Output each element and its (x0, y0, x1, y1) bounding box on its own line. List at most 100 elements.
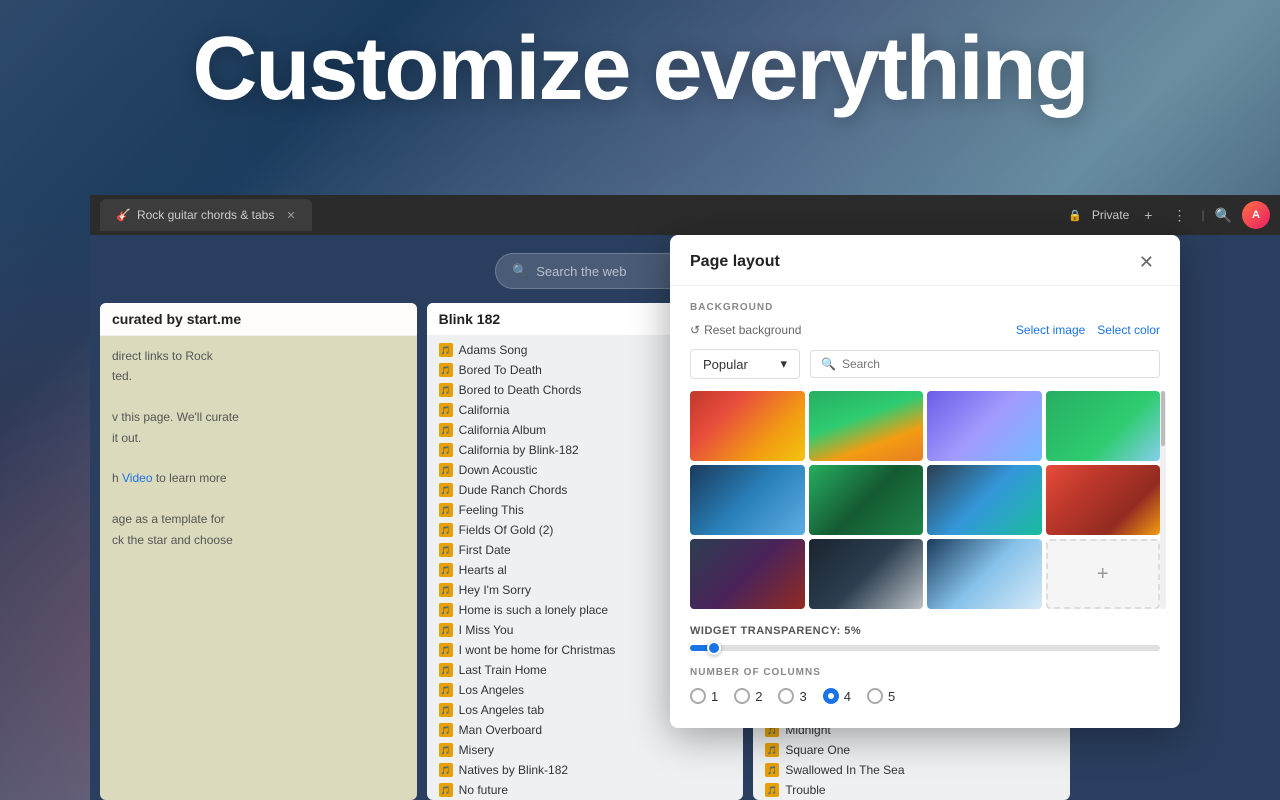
item-label: California (459, 403, 510, 417)
hero-title: Customize everything (0, 20, 1280, 119)
list-item[interactable]: 🎵Misery (427, 740, 744, 760)
item-label: I Miss You (459, 623, 514, 637)
search-icon: 🔍 (512, 263, 528, 279)
add-image-button[interactable]: + (1046, 539, 1161, 609)
bookmark-icon: 🎵 (439, 623, 453, 637)
reset-background-button[interactable]: ↺ Reset background (690, 323, 801, 337)
list-item[interactable]: 🎵No future (427, 780, 744, 800)
bg-image-7[interactable] (927, 465, 1042, 535)
bookmark-icon: 🎵 (439, 763, 453, 777)
select-color-link[interactable]: Select color (1097, 323, 1160, 337)
intro-column-body: direct links to Rock ted. v this page. W… (100, 336, 417, 800)
item-label: Los Angeles tab (459, 703, 544, 717)
browser-chrome: 🎸 Rock guitar chords & tabs ✕ 🔒 Private … (90, 195, 1280, 235)
image-search-box[interactable]: 🔍 (810, 350, 1160, 378)
transparency-section: WIDGET TRANSPARENCY: 5% (690, 625, 1160, 651)
modal-header: Page layout ✕ (670, 235, 1180, 286)
item-label: California by Blink-182 (459, 443, 579, 457)
col-option-label: 3 (799, 689, 806, 704)
item-label: Trouble (785, 783, 825, 797)
bookmark-icon: 🎵 (439, 483, 453, 497)
item-label: Hearts al (459, 563, 507, 577)
bookmark-icon: 🎵 (439, 663, 453, 677)
bg-image-5[interactable] (690, 465, 805, 535)
slider-thumb[interactable] (707, 641, 721, 655)
bookmark-icon: 🎵 (439, 443, 453, 457)
item-label: Feeling This (459, 503, 524, 517)
list-item[interactable]: 🎵 Trouble (753, 780, 1070, 800)
bg-image-10[interactable] (809, 539, 924, 609)
bookmark-icon: 🎵 (439, 603, 453, 617)
chevron-down-icon: ▾ (780, 356, 787, 372)
list-item[interactable]: 🎵 Square One (753, 740, 1070, 760)
bookmark-icon: 🎵 (439, 543, 453, 557)
bookmark-icon: 🎵 (439, 683, 453, 697)
column-option-4[interactable]: 4 (823, 688, 851, 704)
bg-image-4[interactable] (1046, 391, 1161, 461)
bookmark-icon: 🎵 (765, 743, 779, 757)
column-option-1[interactable]: 1 (690, 688, 718, 704)
tab-favicon: 🎸 (116, 208, 131, 222)
item-label: Swallowed In The Sea (785, 763, 904, 777)
bg-image-6[interactable] (809, 465, 924, 535)
lock-icon: 🔒 (1068, 209, 1082, 222)
bg-image-1[interactable] (690, 391, 805, 461)
separator: | (1201, 208, 1204, 222)
browser-tab[interactable]: 🎸 Rock guitar chords & tabs ✕ (100, 199, 312, 231)
bg-image-8[interactable] (1046, 465, 1161, 535)
columns-section-label: NUMBER OF COLUMNS (690, 667, 1160, 678)
scrollbar-thumb[interactable] (1161, 391, 1165, 446)
select-image-link[interactable]: Select image (1016, 323, 1085, 337)
modal-body[interactable]: BACKGROUND ↺ Reset background Select ima… (670, 286, 1180, 728)
radio-1[interactable] (690, 688, 706, 704)
radio-5[interactable] (867, 688, 883, 704)
column-option-3[interactable]: 3 (778, 688, 806, 704)
tab-close-icon[interactable]: ✕ (286, 209, 295, 222)
item-label: I wont be home for Christmas (459, 643, 616, 657)
bg-image-3[interactable] (927, 391, 1042, 461)
modal-close-button[interactable]: ✕ (1133, 251, 1160, 273)
item-label: Natives by Blink-182 (459, 763, 568, 777)
col-option-label: 2 (755, 689, 762, 704)
popular-dropdown[interactable]: Popular ▾ (690, 349, 800, 379)
dropdown-row: Popular ▾ 🔍 (690, 349, 1160, 379)
bg-image-2[interactable] (809, 391, 924, 461)
transparency-label: WIDGET TRANSPARENCY: 5% (690, 625, 1160, 637)
bookmark-icon: 🎵 (439, 403, 453, 417)
item-label: Dude Ranch Chords (459, 483, 568, 497)
private-badge: Private (1092, 208, 1129, 222)
list-item[interactable]: 🎵 Natives by Blink-182 (427, 760, 744, 780)
browser-controls: 🔒 Private + ⋮ | 🔍 A (1068, 201, 1270, 229)
bookmark-icon: 🎵 (765, 783, 779, 797)
item-label: Square One (785, 743, 850, 757)
modal-title: Page layout (690, 253, 780, 271)
column-option-2[interactable]: 2 (734, 688, 762, 704)
radio-4[interactable] (823, 688, 839, 704)
bookmark-icon: 🎵 (439, 423, 453, 437)
bookmark-icon: 🎵 (439, 703, 453, 717)
bookmark-icon: 🎵 (439, 583, 453, 597)
new-tab-button[interactable]: + (1139, 205, 1157, 225)
transparency-slider[interactable] (690, 645, 1160, 651)
col-option-label: 4 (844, 689, 851, 704)
radio-2[interactable] (734, 688, 750, 704)
bg-image-9[interactable] (690, 539, 805, 609)
column-option-5[interactable]: 5 (867, 688, 895, 704)
list-item[interactable]: 🎵Swallowed In The Sea (753, 760, 1070, 780)
item-label: First Date (459, 543, 511, 557)
item-label: Adams Song (459, 343, 528, 357)
bookmark-icon: 🎵 (439, 743, 453, 757)
image-search-input[interactable] (842, 357, 1149, 371)
bg-image-11[interactable] (927, 539, 1042, 609)
avatar[interactable]: A (1242, 201, 1270, 229)
bookmark-icon: 🎵 (439, 503, 453, 517)
dropdown-label: Popular (703, 357, 748, 372)
radio-3[interactable] (778, 688, 794, 704)
bookmark-icon: 🎵 (439, 383, 453, 397)
reset-icon: ↺ (690, 323, 700, 337)
intro-text: direct links to Rock ted. v this page. W… (112, 346, 405, 550)
more-options-button[interactable]: ⋮ (1167, 205, 1191, 226)
item-label: Los Angeles (459, 683, 524, 697)
browser-search-icon[interactable]: 🔍 (1215, 207, 1232, 224)
search-placeholder: Search the web (536, 264, 626, 279)
